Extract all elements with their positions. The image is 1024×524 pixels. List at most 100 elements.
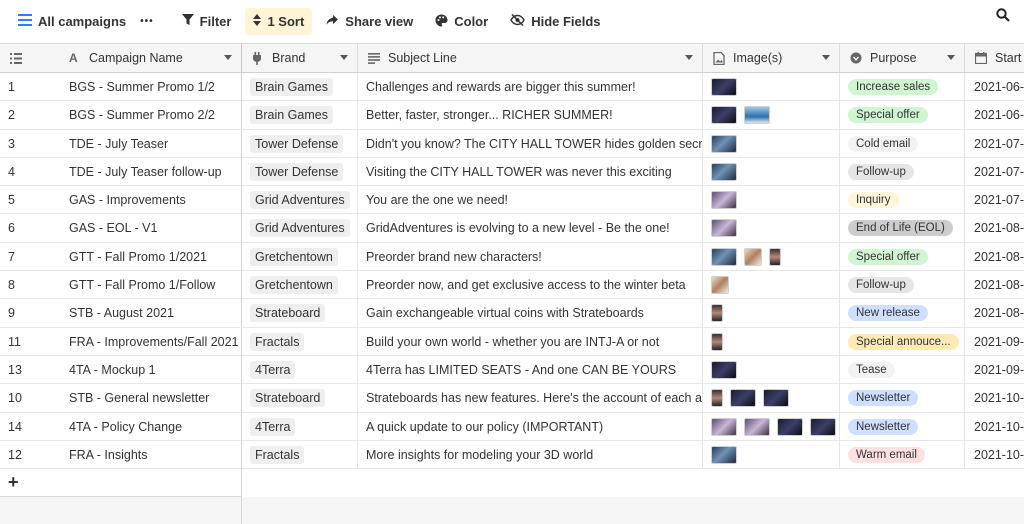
purpose-cell[interactable]: Follow-up: [840, 271, 965, 300]
purpose-cell[interactable]: Increase sales: [840, 73, 965, 101]
sort-button[interactable]: 1 Sort: [245, 8, 313, 35]
purpose-cell[interactable]: Follow-up: [840, 157, 965, 186]
brand-cell[interactable]: Fractals: [242, 327, 358, 356]
image-thumbnail[interactable]: [711, 247, 737, 266]
column-header-images[interactable]: Image(s): [703, 44, 840, 72]
purpose-cell[interactable]: Newsletter: [840, 412, 965, 441]
campaign-name-cell[interactable]: GAS - Improvements: [57, 186, 242, 215]
images-cell[interactable]: [703, 129, 840, 158]
purpose-cell[interactable]: Tease: [840, 355, 965, 384]
campaign-name-cell[interactable]: BGS - Summer Promo 1/2: [57, 73, 242, 101]
images-cell[interactable]: [703, 186, 840, 215]
image-thumbnail[interactable]: [810, 417, 836, 436]
subject-line-cell[interactable]: Didn't you know? The CITY HALL TOWER hid…: [358, 129, 703, 158]
start-date-cell[interactable]: 2021-08-1: [965, 271, 1024, 299]
start-date-cell[interactable]: 2021-07-0: [965, 130, 1024, 158]
image-thumbnail[interactable]: [744, 247, 762, 266]
subject-line-cell[interactable]: GridAdventures is evolving to a new leve…: [358, 214, 703, 243]
images-cell[interactable]: [703, 242, 840, 271]
image-thumbnail[interactable]: [711, 417, 737, 436]
images-cell[interactable]: [703, 299, 840, 328]
purpose-cell[interactable]: New release: [840, 299, 965, 328]
subject-line-cell[interactable]: Strateboards has new features. Here's th…: [358, 384, 703, 413]
table-row[interactable]: 13 4TA - Mockup 1 4Terra 4Terra has LIMI…: [0, 355, 1024, 385]
column-header-campaign-name[interactable]: A Campaign Name: [57, 44, 242, 72]
image-thumbnail[interactable]: [711, 106, 737, 125]
image-thumbnail[interactable]: [711, 162, 737, 181]
chevron-down-icon[interactable]: [947, 55, 955, 60]
campaign-name-cell[interactable]: FRA - Improvements/Fall 2021: [57, 327, 242, 356]
image-thumbnail[interactable]: [711, 219, 737, 238]
start-date-cell[interactable]: 2021-09-1: [965, 356, 1024, 384]
subject-line-cell[interactable]: You are the one we need!: [358, 186, 703, 215]
chevron-down-icon[interactable]: [224, 55, 232, 60]
image-thumbnail[interactable]: [769, 247, 781, 266]
hide-fields-button[interactable]: Hide Fields: [502, 8, 608, 35]
start-date-cell[interactable]: 2021-07-1: [965, 158, 1024, 186]
table-row[interactable]: 7 GTT - Fall Promo 1/2021 Gretchentown P…: [0, 242, 1024, 272]
table-row[interactable]: 8 GTT - Fall Promo 1/Follow Gretchentown…: [0, 271, 1024, 300]
images-cell[interactable]: [703, 355, 840, 384]
brand-cell[interactable]: Strateboard: [242, 384, 358, 413]
add-record-button[interactable]: +: [0, 469, 242, 497]
purpose-cell[interactable]: Inquiry: [840, 186, 965, 215]
campaign-name-cell[interactable]: FRA - Insights: [57, 440, 242, 469]
table-row[interactable]: 4 TDE - July Teaser follow-up Tower Defe…: [0, 157, 1024, 187]
table-row[interactable]: 9 STB - August 2021 Strateboard Gain exc…: [0, 299, 1024, 328]
column-header-start-date[interactable]: Start D: [965, 44, 1024, 72]
campaign-name-cell[interactable]: BGS - Summer Promo 2/2: [57, 101, 242, 130]
view-switcher-button[interactable]: All campaigns: [18, 8, 134, 35]
subject-line-cell[interactable]: Better, faster, stronger... RICHER SUMME…: [358, 101, 703, 130]
images-cell[interactable]: [703, 412, 840, 441]
purpose-cell[interactable]: Special offer: [840, 101, 965, 130]
campaign-name-cell[interactable]: 4TA - Mockup 1: [57, 355, 242, 384]
brand-cell[interactable]: 4Terra: [242, 412, 358, 441]
image-thumbnail[interactable]: [777, 417, 803, 436]
brand-cell[interactable]: Brain Games: [242, 73, 358, 101]
table-row[interactable]: 3 TDE - July Teaser Tower Defense Didn't…: [0, 129, 1024, 158]
brand-cell[interactable]: Strateboard: [242, 299, 358, 328]
table-row[interactable]: 6 GAS - EOL - V1 Grid Adventures GridAdv…: [0, 214, 1024, 243]
campaign-name-cell[interactable]: STB - August 2021: [57, 299, 242, 328]
campaign-name-cell[interactable]: GTT - Fall Promo 1/2021: [57, 242, 242, 271]
campaign-name-cell[interactable]: 4TA - Policy Change: [57, 412, 242, 441]
image-thumbnail[interactable]: [711, 389, 723, 408]
start-date-cell[interactable]: 2021-10-1: [965, 441, 1024, 469]
purpose-cell[interactable]: Special annouce...: [840, 327, 965, 356]
start-date-cell[interactable]: 2021-10-0: [965, 384, 1024, 412]
table-row[interactable]: 2 BGS - Summer Promo 2/2 Brain Games Bet…: [0, 101, 1024, 130]
share-view-button[interactable]: Share view: [318, 8, 421, 35]
image-thumbnail[interactable]: [744, 106, 770, 125]
table-row[interactable]: 12 FRA - Insights Fractals More insights…: [0, 440, 1024, 470]
table-row[interactable]: 14 4TA - Policy Change 4Terra A quick up…: [0, 412, 1024, 441]
images-cell[interactable]: [703, 384, 840, 413]
subject-line-cell[interactable]: More insights for modeling your 3D world: [358, 440, 703, 469]
search-button[interactable]: [996, 8, 1010, 27]
purpose-cell[interactable]: Warm email: [840, 440, 965, 469]
subject-line-cell[interactable]: Challenges and rewards are bigger this s…: [358, 73, 703, 101]
table-row[interactable]: 10 STB - General newsletter Strateboard …: [0, 384, 1024, 413]
image-thumbnail[interactable]: [763, 389, 789, 408]
brand-cell[interactable]: Tower Defense: [242, 157, 358, 186]
subject-line-cell[interactable]: A quick update to our policy (IMPORTANT): [358, 412, 703, 441]
subject-line-cell[interactable]: 4Terra has LIMITED SEATS - And one CAN B…: [358, 355, 703, 384]
image-thumbnail[interactable]: [711, 191, 737, 210]
start-date-cell[interactable]: 2021-08-2: [965, 299, 1024, 327]
chevron-down-icon[interactable]: [822, 55, 830, 60]
brand-cell[interactable]: Grid Adventures: [242, 214, 358, 243]
image-thumbnail[interactable]: [711, 445, 737, 464]
column-header-purpose[interactable]: Purpose: [840, 44, 965, 72]
chevron-down-icon[interactable]: [685, 55, 693, 60]
campaign-name-cell[interactable]: GAS - EOL - V1: [57, 214, 242, 243]
column-header-subject-line[interactable]: Subject Line: [358, 44, 703, 72]
image-thumbnail[interactable]: [744, 417, 770, 436]
image-thumbnail[interactable]: [711, 304, 723, 323]
images-cell[interactable]: [703, 73, 840, 101]
column-header-brand[interactable]: Brand: [242, 44, 358, 72]
campaign-name-cell[interactable]: TDE - July Teaser follow-up: [57, 157, 242, 186]
images-cell[interactable]: [703, 214, 840, 243]
images-cell[interactable]: [703, 271, 840, 300]
brand-cell[interactable]: Tower Defense: [242, 129, 358, 158]
subject-line-cell[interactable]: Preorder now, and get exclusive access t…: [358, 271, 703, 300]
image-thumbnail[interactable]: [711, 134, 737, 153]
